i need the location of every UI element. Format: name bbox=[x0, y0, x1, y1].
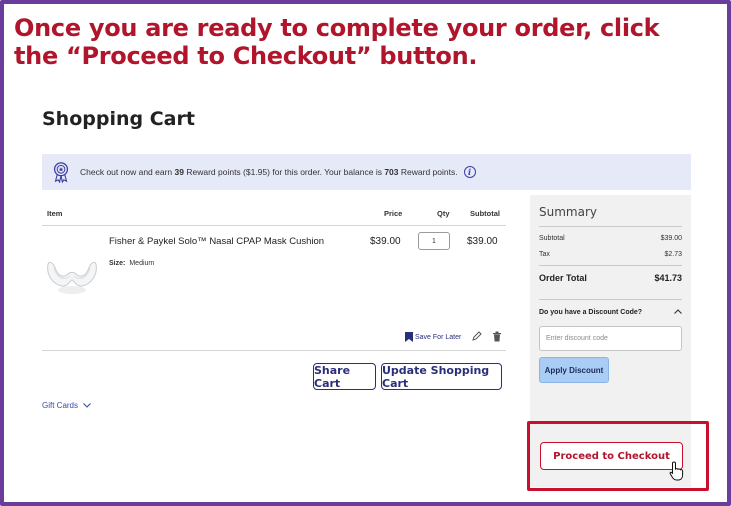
summary-divider bbox=[539, 226, 682, 227]
item-price: $39.00 bbox=[370, 236, 401, 247]
summary-tax-row: Tax $2.73 bbox=[539, 251, 682, 258]
product-size: Size: Medium bbox=[109, 260, 154, 267]
proceed-to-checkout-button[interactable]: Proceed to Checkout bbox=[540, 442, 683, 470]
cpap-cushion-image[interactable] bbox=[44, 250, 100, 300]
column-header-item: Item bbox=[47, 209, 63, 218]
cart-screenshot: Shopping Cart Check out now and earn 39 … bbox=[4, 86, 727, 502]
product-name-link[interactable]: Fisher & Paykel Solo™ Nasal CPAP Mask Cu… bbox=[109, 236, 324, 247]
summary-divider bbox=[539, 299, 682, 300]
page-title: Shopping Cart bbox=[42, 108, 195, 130]
apply-discount-button[interactable]: Apply Discount bbox=[539, 357, 609, 383]
discount-code-input[interactable]: Enter discount code bbox=[539, 326, 682, 351]
summary-subtotal-row: Subtotal $39.00 bbox=[539, 235, 682, 242]
chevron-up-icon bbox=[674, 309, 682, 314]
award-ribbon-icon bbox=[53, 162, 69, 183]
bookmark-icon bbox=[405, 332, 413, 342]
discount-question: Do you have a Discount Code? bbox=[539, 309, 643, 316]
summary-divider bbox=[539, 265, 682, 266]
gift-cards-label: Gift Cards bbox=[42, 401, 79, 410]
banner-line-2: the “Proceed to Checkout” button. bbox=[14, 42, 478, 70]
summary-title: Summary bbox=[539, 205, 597, 219]
column-header-qty: Qty bbox=[437, 209, 450, 218]
size-label: Size: bbox=[109, 260, 126, 267]
item-subtotal: $39.00 bbox=[467, 236, 498, 247]
header-divider bbox=[42, 225, 506, 226]
item-divider bbox=[42, 350, 506, 351]
discount-code-toggle[interactable]: Do you have a Discount Code? bbox=[539, 309, 682, 316]
quantity-input[interactable]: 1 bbox=[418, 232, 450, 250]
chevron-down-icon bbox=[83, 403, 91, 408]
info-icon[interactable]: i bbox=[463, 166, 476, 178]
size-value: Medium bbox=[129, 260, 155, 267]
reward-points-bar: Check out now and earn 39 Reward points … bbox=[42, 154, 691, 190]
share-cart-button[interactable]: Share Cart bbox=[313, 363, 376, 390]
gift-cards-toggle[interactable]: Gift Cards bbox=[42, 401, 91, 410]
save-for-later-button[interactable]: Save For Later bbox=[405, 332, 461, 342]
banner-line-1: Once you are ready to complete your orde… bbox=[14, 14, 660, 42]
pencil-icon[interactable] bbox=[472, 331, 482, 341]
column-header-price: Price bbox=[384, 209, 403, 218]
reward-points: 39 bbox=[174, 167, 184, 177]
summary-total-row: Order Total $41.73 bbox=[539, 273, 682, 283]
reward-balance: 703 bbox=[384, 167, 399, 177]
reward-text: Check out now and earn 39 Reward points … bbox=[80, 167, 458, 177]
hand-pointer-icon bbox=[669, 461, 684, 481]
column-header-subtotal: Subtotal bbox=[470, 209, 500, 218]
trash-icon[interactable] bbox=[492, 331, 502, 342]
update-cart-button[interactable]: Update Shopping Cart bbox=[381, 363, 502, 390]
save-for-later-label: Save For Later bbox=[415, 333, 462, 341]
instruction-banner: Once you are ready to complete your orde… bbox=[14, 14, 714, 70]
